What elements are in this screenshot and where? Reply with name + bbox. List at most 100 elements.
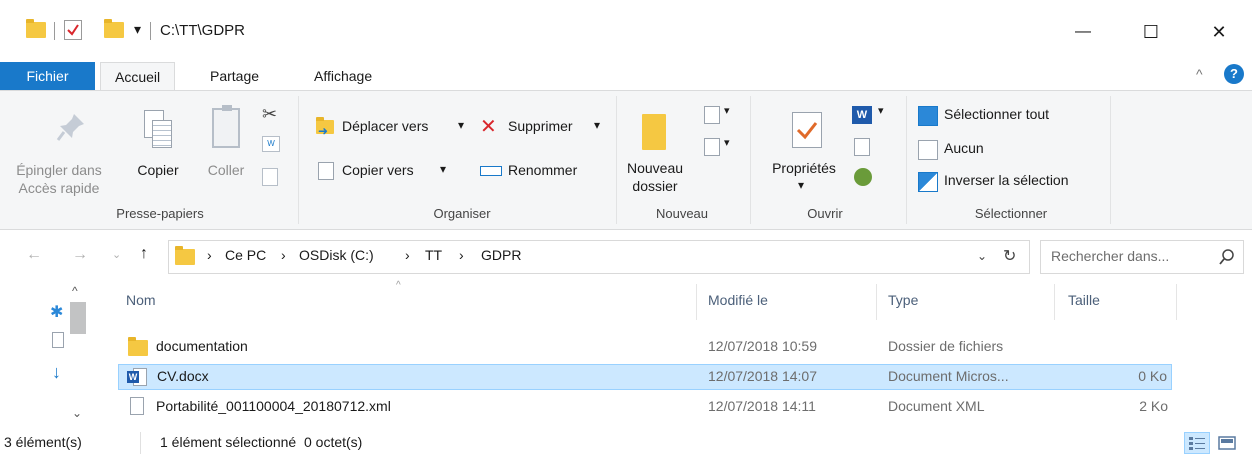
column-divider [1054,284,1055,320]
new-item-icon[interactable] [704,106,720,124]
file-size: 0 Ko [1138,368,1167,384]
close-icon: ✕ [1211,21,1227,42]
details-view-button[interactable] [1184,432,1210,454]
new-folder-qat-icon[interactable] [104,19,124,38]
copy-label: Copier [137,162,179,178]
refresh-icon[interactable]: ↻ [1003,246,1016,266]
open-group-label: Ouvrir [807,206,843,221]
delete-button[interactable]: ✕ Supprimer ▾ [478,114,608,140]
copy-to-label: Copier vers [342,162,414,178]
new-folder-label-line2: dossier [632,178,678,194]
group-divider [298,96,299,224]
address-bar[interactable]: › Ce PC › OSDisk (C:) › TT › GDPR ⌄ ↻ [168,240,1030,274]
forward-arrow-icon[interactable]: → [72,246,88,264]
breadcrumb-this-pc[interactable]: Ce PC [225,247,266,263]
pin-icon: ✱ [50,304,64,321]
new-folder-button[interactable]: Nouveau dossier [620,100,690,200]
group-divider [1110,96,1111,224]
list-item[interactable]: W CV.docx 12/07/2018 14:07 Document Micr… [118,364,1172,390]
column-header-type[interactable]: Type [888,292,918,308]
address-dropdown-icon[interactable]: ⌄ [977,249,987,263]
move-to-button[interactable]: ➜ Déplacer vers ▾ [312,114,472,140]
properties-qat-icon[interactable] [64,20,82,40]
breadcrumb-gdpr[interactable]: GDPR [481,247,521,263]
tab-share[interactable]: Partage [196,62,273,90]
pin-quick-access-button[interactable]: Épingler dans Accès rapide [0,100,118,200]
select-none-icon [918,140,938,160]
properties-button[interactable]: Propriétés ▾ [758,100,850,200]
up-arrow-icon[interactable]: ↑ [140,245,148,263]
history-icon[interactable] [854,168,872,186]
column-header-name[interactable]: Nom [126,292,156,308]
select-all-icon [918,106,938,126]
copy-button[interactable]: Copier [130,100,186,200]
qat-dropdown-icon[interactable]: ▾ [134,21,141,38]
move-to-label: Déplacer vers [342,118,429,134]
xml-file-icon [130,397,144,415]
column-divider [696,284,697,320]
folder-icon [175,246,195,265]
paste-button[interactable]: Coller [196,100,256,200]
properties-label: Propriétés [772,160,836,176]
group-divider [616,96,617,224]
breadcrumb-separator: › [207,247,212,263]
invert-selection-button[interactable]: Inverser la sélection [916,170,1106,194]
chevron-down-icon: ▾ [724,137,730,149]
scroll-down-icon[interactable]: ⌄ [72,406,82,420]
copy-icon [144,110,172,150]
title-separator [150,22,151,40]
large-icons-view-icon [1218,436,1236,450]
tab-file[interactable]: Fichier [0,62,95,90]
large-icons-view-button[interactable] [1216,434,1240,454]
collapse-ribbon-icon[interactable]: ^ [1196,66,1203,82]
copy-to-button[interactable]: Copier vers ▾ [312,158,472,184]
paste-shortcut-icon[interactable] [262,168,278,186]
tab-home[interactable]: Accueil [100,62,176,90]
search-input[interactable]: Rechercher dans... [1040,240,1244,274]
edit-icon[interactable] [854,138,870,156]
clipboard-group-label: Presse-papiers [116,206,204,221]
column-header-modified[interactable]: Modifié le [708,292,768,308]
breadcrumb-osdisk[interactable]: OSDisk (C:) [299,247,374,263]
easy-access-icon[interactable] [704,138,720,156]
copy-path-icon[interactable]: W [262,136,280,152]
select-all-button[interactable]: Sélectionner tout [916,104,1096,128]
column-header-size[interactable]: Taille [1068,292,1100,308]
search-placeholder: Rechercher dans... [1051,248,1170,264]
sort-indicator-icon: ^ [396,280,401,291]
copy-to-icon [318,162,334,180]
nav-scrollbar[interactable]: ^ ⌄ [66,282,90,430]
file-type: Dossier de fichiers [888,338,1004,354]
file-type: Document Micros... [888,368,1009,384]
navigation-pane: ✱ ↓ [0,282,66,432]
pin-icon [56,114,84,141]
list-item[interactable]: Portabilité_001100004_20180712.xml 12/07… [118,394,1172,420]
chevron-down-icon: ▾ [594,118,601,132]
cut-icon[interactable]: ✂ [262,104,277,125]
scroll-up-icon[interactable]: ^ [72,284,78,298]
file-name: CV.docx [157,368,209,384]
select-group-label: Sélectionner [974,206,1048,221]
minimize-icon: — [1075,23,1091,40]
scroll-thumb[interactable] [70,302,86,334]
chevron-down-icon: ▾ [798,178,805,192]
back-arrow-icon[interactable]: ← [26,246,42,264]
delete-icon: ✕ [480,116,497,138]
qat-separator [54,22,55,40]
rename-button[interactable]: Renommer [478,158,608,184]
breadcrumb-tt[interactable]: TT [425,247,442,263]
minimize-button[interactable]: — [1060,12,1106,52]
close-button[interactable]: ✕ [1196,12,1242,52]
tab-view[interactable]: Affichage [300,62,386,90]
list-item[interactable]: documentation 12/07/2018 10:59 Dossier d… [118,334,1172,360]
new-group-label: Nouveau [655,206,709,221]
file-name: Portabilité_001100004_20180712.xml [156,398,391,414]
select-none-button[interactable]: Aucun [916,138,1096,162]
rename-icon [480,166,502,176]
maximize-button[interactable]: ☐ [1128,12,1174,52]
chevron-down-icon: ▾ [724,105,730,117]
recent-locations-icon[interactable]: ⌄ [112,248,121,261]
help-icon[interactable]: ? [1224,64,1244,84]
breadcrumb-separator: › [281,247,286,263]
open-with-word-icon[interactable]: W [852,106,872,124]
